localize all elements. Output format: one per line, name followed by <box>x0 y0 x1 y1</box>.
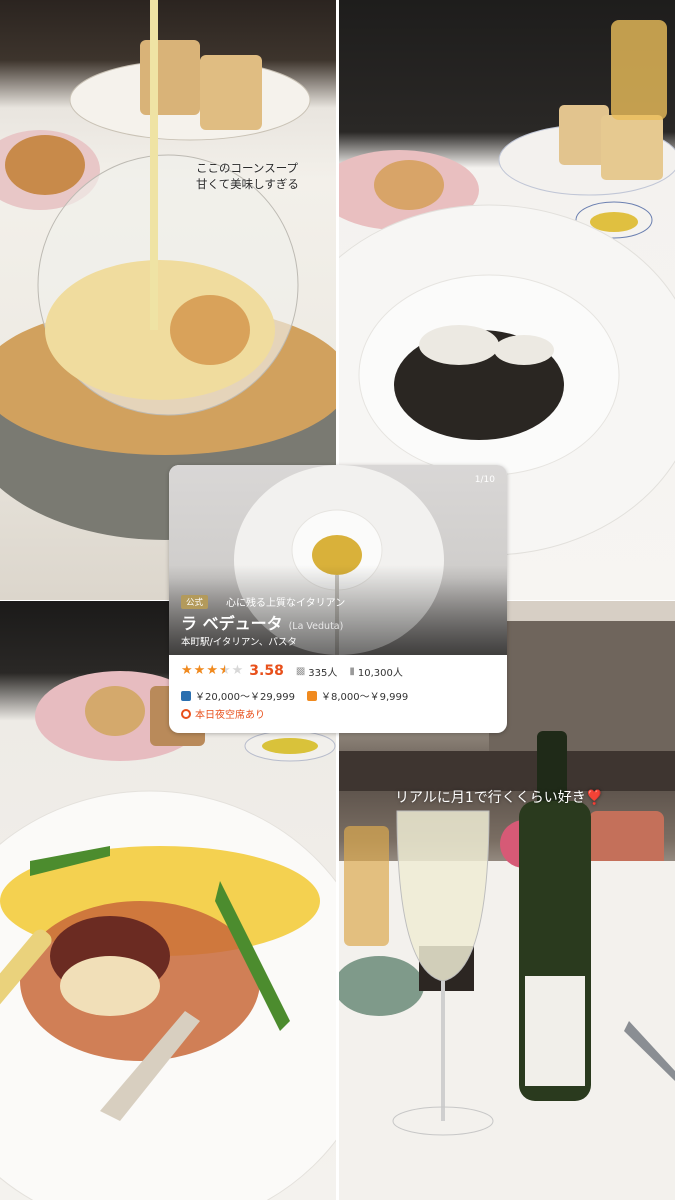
restaurant-name-jp: ラ ベデュータ <box>181 614 283 633</box>
restaurant-name[interactable]: ラ ベデュータ (La Veduta) <box>181 610 343 634</box>
lunch-price: ￥8,000～￥9,999 <box>320 692 409 703</box>
restaurant-details: ★ ★ ★ ★ ★ 3.58 ▩ 335人 ▮ 10,300人 ￥20,000～￥29,… <box>169 655 507 733</box>
star-icon: ★ <box>231 663 244 678</box>
moon-icon <box>181 690 191 701</box>
rating-score: 3.58 <box>249 663 284 679</box>
photo-collage: ここのコーンスープ 甘くて美味しすぎる リアルに月1で行くくらい好き❣️ 1/1… <box>0 0 675 1200</box>
caption-line: 甘くて美味しすぎる <box>196 177 299 191</box>
speech-bubble-icon: ▩ <box>295 665 306 677</box>
availability-text: 本日夜空席あり <box>195 710 265 721</box>
star-icon: ★ <box>206 663 218 678</box>
restaurant-card[interactable]: 1/10 公式 心に残る上質なイタリアン ラ ベデュータ (La Veduta) … <box>169 465 507 733</box>
star-icon: ★ <box>181 663 193 678</box>
restaurant-hero-image[interactable]: 1/10 公式 心に残る上質なイタリアン ラ ベデュータ (La Veduta) … <box>169 465 507 655</box>
restaurant-location-genre: 本町駅/イタリアン、パスタ <box>181 637 297 648</box>
wine-caption: リアルに月1で行くくらい好き❣️ <box>395 790 604 806</box>
caption-line: ここのコーンスープ <box>196 161 299 175</box>
image-pager: 1/10 <box>474 475 495 485</box>
sun-icon <box>306 690 317 701</box>
save-count: 10,300人 <box>357 667 403 679</box>
official-badge: 公式 <box>181 595 209 609</box>
bookmark-icon: ▮ <box>349 665 355 677</box>
price-row: ￥20,000～￥29,999 ￥8,000～￥9,999 <box>181 688 408 703</box>
star-icon: ★ <box>218 663 231 678</box>
star-icon: ★ <box>193 663 206 678</box>
dinner-price: ￥20,000～￥29,999 <box>195 692 295 703</box>
availability-row[interactable]: 本日夜空席あり <box>181 706 265 721</box>
rating-stars: ★ ★ ★ ★ ★ <box>181 664 243 678</box>
restaurant-name-en: (La Veduta) <box>288 621 344 632</box>
restaurant-tagline: 心に残る上質なイタリアン <box>226 598 346 609</box>
rating-row: ★ ★ ★ ★ ★ 3.58 ▩ 335人 ▮ 10,300人 <box>181 663 403 679</box>
review-count: 335人 <box>308 667 338 679</box>
corn-soup-caption: ここのコーンスープ 甘くて美味しすぎる <box>196 160 299 192</box>
circle-icon <box>181 708 191 719</box>
